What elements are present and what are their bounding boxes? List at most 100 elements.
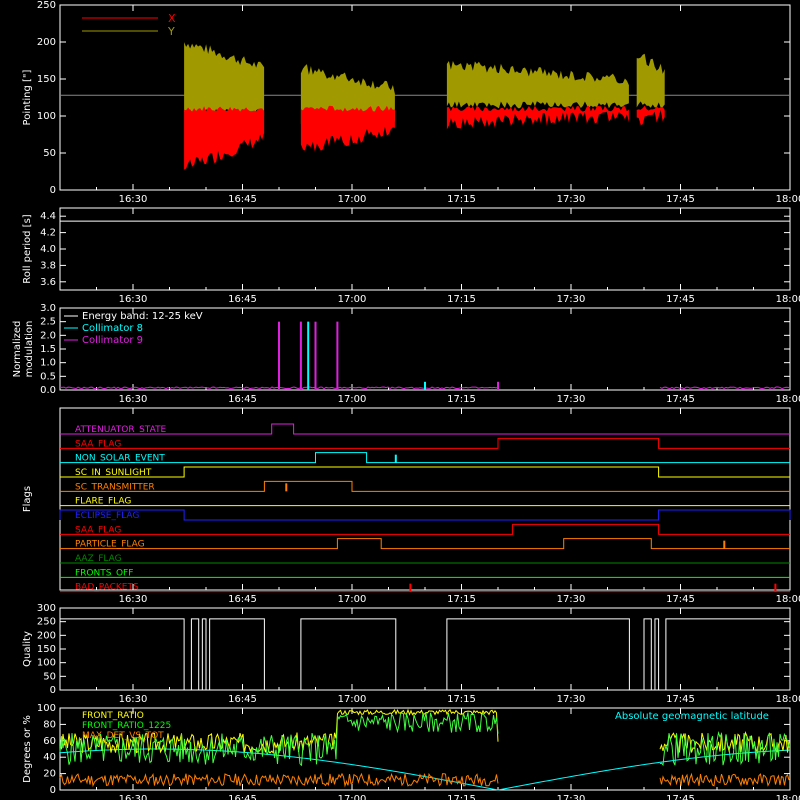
flag-trace <box>60 437 790 449</box>
panel-3: 16:30 16:45 17:00 17:15 17:30 17:45 18:00 0.0 0.… <box>12 303 800 405</box>
x-tick-label: 16:30 <box>119 194 148 205</box>
series-x-band <box>184 106 265 170</box>
x-tick-label: 17:30 <box>557 194 586 205</box>
max-det-series <box>59 772 790 788</box>
y-tick-label: 3.8 <box>40 260 56 271</box>
x-tick-label: 18:00 <box>776 394 800 405</box>
x-tick-label: 17:30 <box>557 394 586 405</box>
series-x-band <box>636 105 665 126</box>
x-tick-label: 17:15 <box>447 194 476 205</box>
flag-label: ECLIPSE_FLAG <box>75 511 139 521</box>
y-tick-label: 50 <box>43 148 56 159</box>
x-tick-label: 17:45 <box>666 194 695 205</box>
x-tick-label: 18:00 <box>776 794 800 800</box>
x-tick-label: 16:30 <box>119 794 148 800</box>
x-tick-label: 17:00 <box>338 794 367 800</box>
x-tick-label: 18:00 <box>776 294 800 305</box>
y-tick-label: 1.0 <box>40 358 56 369</box>
flag-trace <box>60 466 790 478</box>
legend-label: Energy band: 12-25 keV <box>82 311 203 322</box>
series-y-band <box>636 53 665 108</box>
y-tick-label: 0.0 <box>40 385 56 396</box>
y-tick-label: 2.0 <box>40 330 56 341</box>
flag-trace <box>59 509 791 521</box>
y-tick-label: 1.5 <box>40 344 56 355</box>
y-axis-label: Roll period [s] <box>22 214 33 283</box>
y-tick-label: 4.2 <box>40 228 56 239</box>
x-tick-label: 16:45 <box>228 394 257 405</box>
series-x-band <box>446 105 629 130</box>
flag-label: ATTENUATOR_STATE <box>75 425 167 435</box>
flag-label: FLARE_FLAG <box>75 497 131 507</box>
x-tick-label: 17:00 <box>338 294 367 305</box>
x-tick-label: 17:15 <box>447 594 476 605</box>
flag-label: NON_SOLAR_EVENT <box>75 454 165 464</box>
legend-label: Collimator 9 <box>82 335 143 346</box>
flag-label: SAA_FLAG_ <box>75 439 126 449</box>
y-axis-label: Flags <box>22 486 33 512</box>
flag-trace <box>60 523 790 535</box>
legend-label: FRONT_RATIO <box>82 711 144 721</box>
flag-trace <box>60 423 790 435</box>
flag-trace <box>60 480 790 492</box>
x-tick-label: 16:45 <box>228 594 257 605</box>
x-tick-label: 16:30 <box>119 394 148 405</box>
x-tick-label: 17:45 <box>666 294 695 305</box>
x-tick-label: 16:30 <box>119 594 148 605</box>
legend-label: X <box>168 12 176 25</box>
x-tick-label: 17:00 <box>338 594 367 605</box>
x-tick-label: 17:00 <box>338 194 367 205</box>
y-tick-label: 200 <box>37 37 56 48</box>
x-tick-label: 16:45 <box>228 694 257 705</box>
y-tick-label: 100 <box>37 703 56 714</box>
x-tick-label: 17:45 <box>666 794 695 800</box>
y-tick-label: 200 <box>37 630 56 641</box>
x-tick-label: 17:30 <box>557 294 586 305</box>
series-y-band <box>446 60 629 109</box>
y-axis-label: Normalized <box>12 321 23 378</box>
flag-label: PARTICLE_FLAG <box>75 540 145 550</box>
panel-2: 16:30 16:45 17:00 17:15 17:30 17:45 18:00 3.6 3.… <box>22 207 800 305</box>
series-y-band <box>184 42 265 116</box>
x-tick-label: 16:30 <box>119 694 148 705</box>
flag-label: FRONTS_OFF <box>75 568 133 578</box>
y-tick-label: 2.5 <box>40 317 56 328</box>
flag-label: SC_IN_SUNLIGHT <box>75 468 152 478</box>
y-tick-label: 40 <box>43 752 56 763</box>
y-axis-label: Quality <box>22 631 33 667</box>
x-tick-label: 17:30 <box>557 794 586 800</box>
y-tick-label: 4.4 <box>40 211 56 222</box>
y-tick-label: 100 <box>37 111 56 122</box>
flag-trace <box>60 538 790 550</box>
y-tick-label: 300 <box>37 603 56 614</box>
x-tick-label: 16:45 <box>228 294 257 305</box>
y-tick-label: 0 <box>50 685 56 696</box>
x-tick-label: 17:15 <box>447 394 476 405</box>
x-tick-label: 17:00 <box>338 394 367 405</box>
x-tick-label: 17:45 <box>666 394 695 405</box>
series-x-band <box>300 105 395 152</box>
y-axis-label: modulation <box>24 321 35 378</box>
x-tick-label: 17:15 <box>447 694 476 705</box>
panel-6: 16:30 16:45 17:00 17:15 17:30 17:45 18:00 0 20 40… <box>22 703 800 800</box>
x-tick-label: 16:45 <box>228 194 257 205</box>
panel-frame <box>59 207 791 291</box>
y-tick-label: 250 <box>37 0 56 11</box>
flag-label: SC_TRANSMITTER <box>75 482 155 492</box>
summary-plot: 16:30 16:45 17:00 17:15 17:30 17:45 18:00 0 50 10… <box>12 0 800 800</box>
y-tick-label: 250 <box>37 617 56 628</box>
y-tick-label: 60 <box>43 736 56 747</box>
x-tick-label: 17:30 <box>557 694 586 705</box>
y-tick-label: 80 <box>43 719 56 730</box>
x-tick-label: 18:00 <box>776 594 800 605</box>
y-tick-label: 3.6 <box>40 277 56 288</box>
x-tick-label: 17:30 <box>557 594 586 605</box>
x-tick-label: 16:45 <box>228 794 257 800</box>
x-tick-label: 18:00 <box>776 694 800 705</box>
y-tick-label: 150 <box>37 74 56 85</box>
legend-label: MAX_DET_VS_TOT <box>82 731 164 741</box>
x-tick-label: 17:15 <box>447 794 476 800</box>
panel-1: 16:30 16:45 17:00 17:15 17:30 17:45 18:00 0 50 10… <box>22 0 800 205</box>
y-tick-label: 4.0 <box>40 244 56 255</box>
legend-label: FRONT_RATIO_1225 <box>82 721 171 731</box>
